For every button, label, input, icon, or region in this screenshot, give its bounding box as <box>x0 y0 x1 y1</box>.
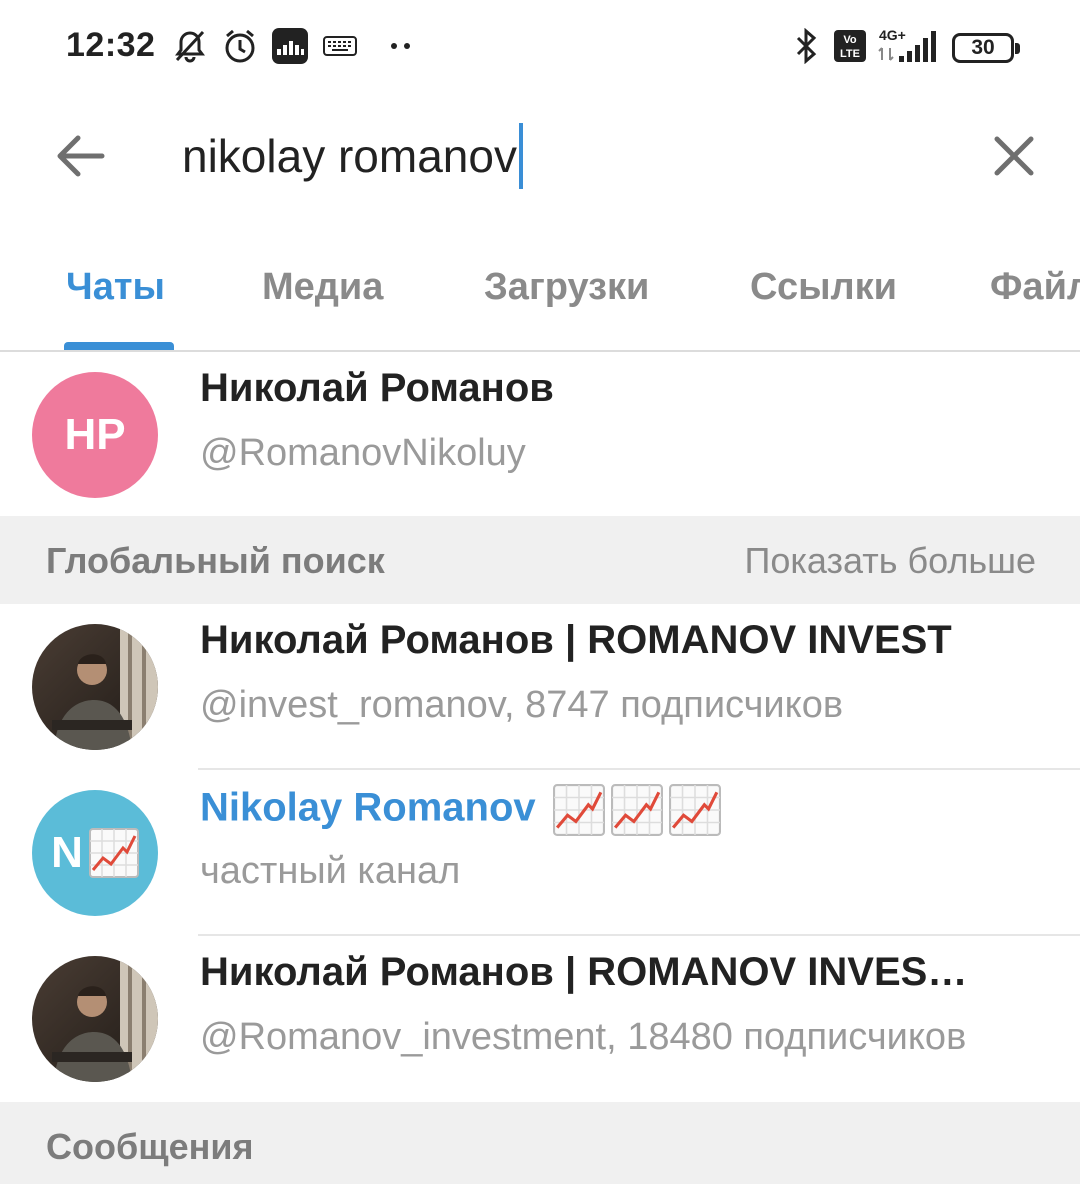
show-more-button[interactable]: Показать больше <box>744 540 1036 582</box>
global-result-row[interactable]: Николай Романов | ROMANOV INVESTMENT @Ro… <box>0 936 1080 1102</box>
search-tabs: Чаты Медиа Загрузки Ссылки Файлы <box>0 246 1080 350</box>
avatar-initials: N <box>51 828 83 877</box>
keyboard-icon <box>322 26 358 66</box>
avatar: N <box>32 790 158 916</box>
profile-photo-icon <box>32 956 158 1082</box>
section-title: Глобальный поиск <box>46 540 385 581</box>
svg-text:Vo: Vo <box>843 34 857 46</box>
result-title-text: Nikolay Romanov <box>200 785 536 830</box>
avatar: НР <box>32 372 158 498</box>
battery-indicator: 30 <box>952 33 1020 63</box>
alarm-icon <box>220 26 260 66</box>
result-title: Николай Романов <box>200 366 554 410</box>
volte-icon: Vo LTE <box>830 26 870 66</box>
bluetooth-icon <box>790 26 824 66</box>
chart-increasing-icon <box>88 828 139 878</box>
global-result-row[interactable]: Николай Романов | ROMANOV INVEST @invest… <box>0 604 1080 770</box>
text-caret <box>518 123 523 189</box>
result-title: Николай Романов | ROMANOV INVEST <box>200 618 952 662</box>
mute-icon <box>170 26 210 66</box>
global-search-header: Глобальный поиск Показать больше <box>0 516 1080 604</box>
back-button[interactable] <box>50 126 110 186</box>
search-header: nikolay romanov <box>0 96 1080 216</box>
status-bar: 12:32 Vo LTE 4G+ 30 <box>0 0 1080 96</box>
search-query: nikolay romanov <box>182 130 517 182</box>
tab-files[interactable]: Файлы <box>990 266 1080 309</box>
chat-result-row[interactable]: НР Николай Романов @RomanovNikoluy <box>0 352 1080 518</box>
section-title: Сообщения <box>46 1126 254 1167</box>
chart-increasing-icon <box>552 784 605 836</box>
avatar-initials: НР <box>64 410 126 459</box>
tab-downloads[interactable]: Загрузки <box>484 266 649 309</box>
messages-section-header: Сообщения <box>0 1102 1080 1184</box>
result-title: Николай Романов | ROMANOV INVESTMENT <box>200 950 990 994</box>
chart-increasing-icon <box>610 784 663 836</box>
signal-4g-icon: 4G+ <box>876 26 940 66</box>
result-subtitle: @invest_romanov, 8747 подписчиков <box>200 684 844 726</box>
result-title: Nikolay Romanov <box>200 784 721 836</box>
avatar <box>32 956 158 1082</box>
svg-text:4G+: 4G+ <box>879 27 906 43</box>
result-subtitle: частный канал <box>200 850 461 892</box>
result-subtitle: @RomanovNikoluy <box>200 432 526 474</box>
more-dots-icon <box>386 26 416 66</box>
tab-links[interactable]: Ссылки <box>750 266 897 309</box>
status-time: 12:32 <box>66 26 156 64</box>
active-tab-indicator <box>64 342 174 350</box>
arrow-left-icon <box>57 135 105 177</box>
avatar <box>32 624 158 750</box>
tab-media[interactable]: Медиа <box>262 266 383 309</box>
close-icon <box>994 136 1034 176</box>
search-input[interactable]: nikolay romanov <box>182 123 902 189</box>
svg-text:LTE: LTE <box>840 48 860 60</box>
clear-search-button[interactable] <box>984 126 1044 186</box>
chart-increasing-icon <box>668 784 721 836</box>
profile-photo-icon <box>32 624 158 750</box>
tab-chats[interactable]: Чаты <box>66 266 165 309</box>
audio-app-icon <box>270 26 310 66</box>
result-subtitle: @Romanov_investment, 18480 подписчиков <box>200 1016 967 1058</box>
global-result-row[interactable]: N Nikolay Romanov частный канал <box>0 770 1080 936</box>
